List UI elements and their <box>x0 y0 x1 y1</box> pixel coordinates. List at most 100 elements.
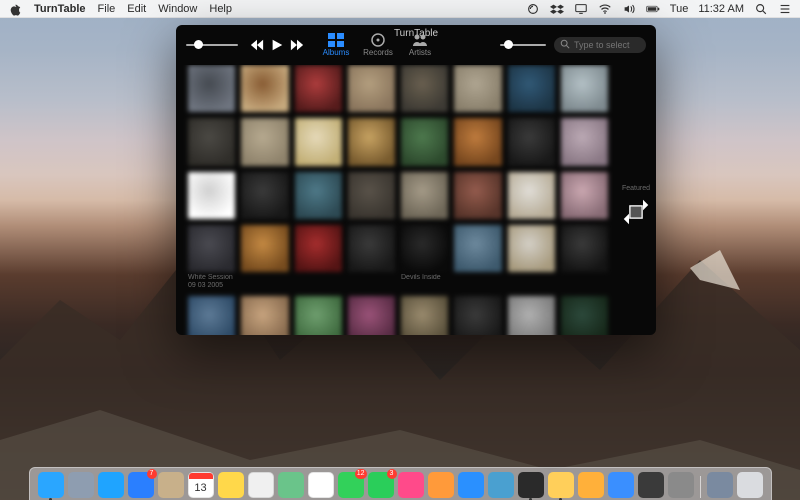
album-cell[interactable] <box>508 225 555 290</box>
album-cell[interactable]: White Session 09 03 2005 <box>188 225 235 290</box>
view-artists-button[interactable]: Artists <box>402 33 438 57</box>
album-cell[interactable] <box>188 172 235 219</box>
album-cell[interactable] <box>454 225 501 290</box>
menu-edit[interactable]: Edit <box>127 3 146 15</box>
dock-pages[interactable] <box>578 472 604 498</box>
album-cell[interactable] <box>348 296 395 335</box>
album-cell[interactable] <box>454 65 501 112</box>
dock-appstore[interactable] <box>458 472 484 498</box>
album-cell[interactable] <box>454 118 501 165</box>
search-input[interactable] <box>574 40 656 50</box>
album-cell[interactable] <box>241 118 288 165</box>
notification-center-icon[interactable] <box>778 2 792 16</box>
search-field[interactable] <box>554 37 646 53</box>
album-cell[interactable] <box>561 296 608 335</box>
album-art <box>241 296 288 335</box>
album-cell[interactable] <box>401 118 448 165</box>
album-cell[interactable] <box>241 225 288 290</box>
status-icon-swirl[interactable] <box>526 2 540 16</box>
album-cell[interactable] <box>508 296 555 335</box>
album-cell[interactable] <box>561 65 608 112</box>
album-cell[interactable] <box>508 118 555 165</box>
dock-contacts[interactable] <box>158 472 184 498</box>
album-cell[interactable] <box>401 172 448 219</box>
album-cell[interactable] <box>348 225 395 290</box>
view-albums-button[interactable]: Albums <box>318 33 354 57</box>
dock-messages[interactable]: 12 <box>338 472 364 498</box>
album-cell[interactable] <box>348 65 395 112</box>
dock-safari[interactable] <box>98 472 124 498</box>
album-art <box>454 65 501 112</box>
menubar-time[interactable]: 11:32 AM <box>698 3 744 15</box>
menubar-day[interactable]: Tue <box>670 3 689 15</box>
album-cell[interactable] <box>348 118 395 165</box>
dock-xcode[interactable] <box>608 472 634 498</box>
prev-button[interactable] <box>250 38 264 52</box>
album-art <box>561 225 608 272</box>
album-cell[interactable] <box>508 172 555 219</box>
status-icon-wifi[interactable] <box>598 2 612 16</box>
apple-menu[interactable] <box>8 2 22 16</box>
album-cell[interactable] <box>348 172 395 219</box>
dock-ibooks[interactable] <box>428 472 454 498</box>
dock-facetime[interactable]: 3 <box>368 472 394 498</box>
dock-finder[interactable] <box>38 472 64 498</box>
album-cell[interactable] <box>188 118 235 165</box>
album-cell[interactable] <box>295 118 342 165</box>
dock-terminal[interactable] <box>518 472 544 498</box>
play-button[interactable] <box>270 38 284 52</box>
album-cell[interactable] <box>241 172 288 219</box>
dock-preferences[interactable] <box>668 472 694 498</box>
album-caption: White Session 09 03 2005 <box>188 274 235 290</box>
album-art <box>508 118 555 165</box>
album-cell[interactable] <box>241 65 288 112</box>
album-art <box>508 65 555 112</box>
dock-mail[interactable]: 7 <box>128 472 154 498</box>
album-cell[interactable] <box>295 172 342 219</box>
album-cell[interactable] <box>188 296 235 335</box>
status-icon-volume[interactable] <box>622 2 636 16</box>
status-icon-battery[interactable] <box>646 2 660 16</box>
dock-downloads[interactable] <box>707 472 733 498</box>
album-cell[interactable]: Devils Inside <box>401 225 448 290</box>
spotlight-icon[interactable] <box>754 2 768 16</box>
album-cell[interactable] <box>561 118 608 165</box>
next-button[interactable] <box>290 38 304 52</box>
view-records-button[interactable]: Records <box>360 33 396 57</box>
playback-progress-slider[interactable] <box>186 44 238 46</box>
cycle-button[interactable] <box>622 198 650 226</box>
album-cell[interactable] <box>561 172 608 219</box>
menu-file[interactable]: File <box>98 3 116 15</box>
menu-window[interactable]: Window <box>158 3 197 15</box>
album-cell[interactable] <box>401 296 448 335</box>
dock-turntable[interactable] <box>548 472 574 498</box>
album-cell[interactable] <box>295 65 342 112</box>
album-cell[interactable] <box>508 65 555 112</box>
album-cell[interactable] <box>454 172 501 219</box>
album-cell[interactable] <box>401 65 448 112</box>
volume-slider[interactable] <box>500 44 546 46</box>
dock-preview[interactable] <box>488 472 514 498</box>
dock-notes[interactable] <box>218 472 244 498</box>
dock-itunes[interactable] <box>398 472 424 498</box>
album-cell[interactable] <box>295 296 342 335</box>
album-grid: White Session 09 03 2005 Devils InsideAna… <box>188 65 608 335</box>
dock-maps[interactable] <box>278 472 304 498</box>
album-cell[interactable]: Analogue Bubblebath 3 <box>454 296 501 335</box>
menu-help[interactable]: Help <box>209 3 232 15</box>
dock-activity[interactable] <box>638 472 664 498</box>
album-cell[interactable] <box>295 225 342 290</box>
dock-badge: 12 <box>355 469 367 479</box>
menubar-app-name[interactable]: TurnTable <box>34 3 86 15</box>
status-icon-dropbox[interactable] <box>550 2 564 16</box>
album-cell[interactable] <box>241 296 288 335</box>
dock-trash[interactable] <box>737 472 763 498</box>
album-cell[interactable] <box>188 65 235 112</box>
dock-launchpad[interactable] <box>68 472 94 498</box>
dock-reminders[interactable] <box>248 472 274 498</box>
dock-calendar[interactable]: 13 <box>188 472 214 498</box>
album-cell[interactable] <box>561 225 608 290</box>
view-records-label: Records <box>363 48 393 57</box>
status-icon-display[interactable] <box>574 2 588 16</box>
dock-photos[interactable] <box>308 472 334 498</box>
